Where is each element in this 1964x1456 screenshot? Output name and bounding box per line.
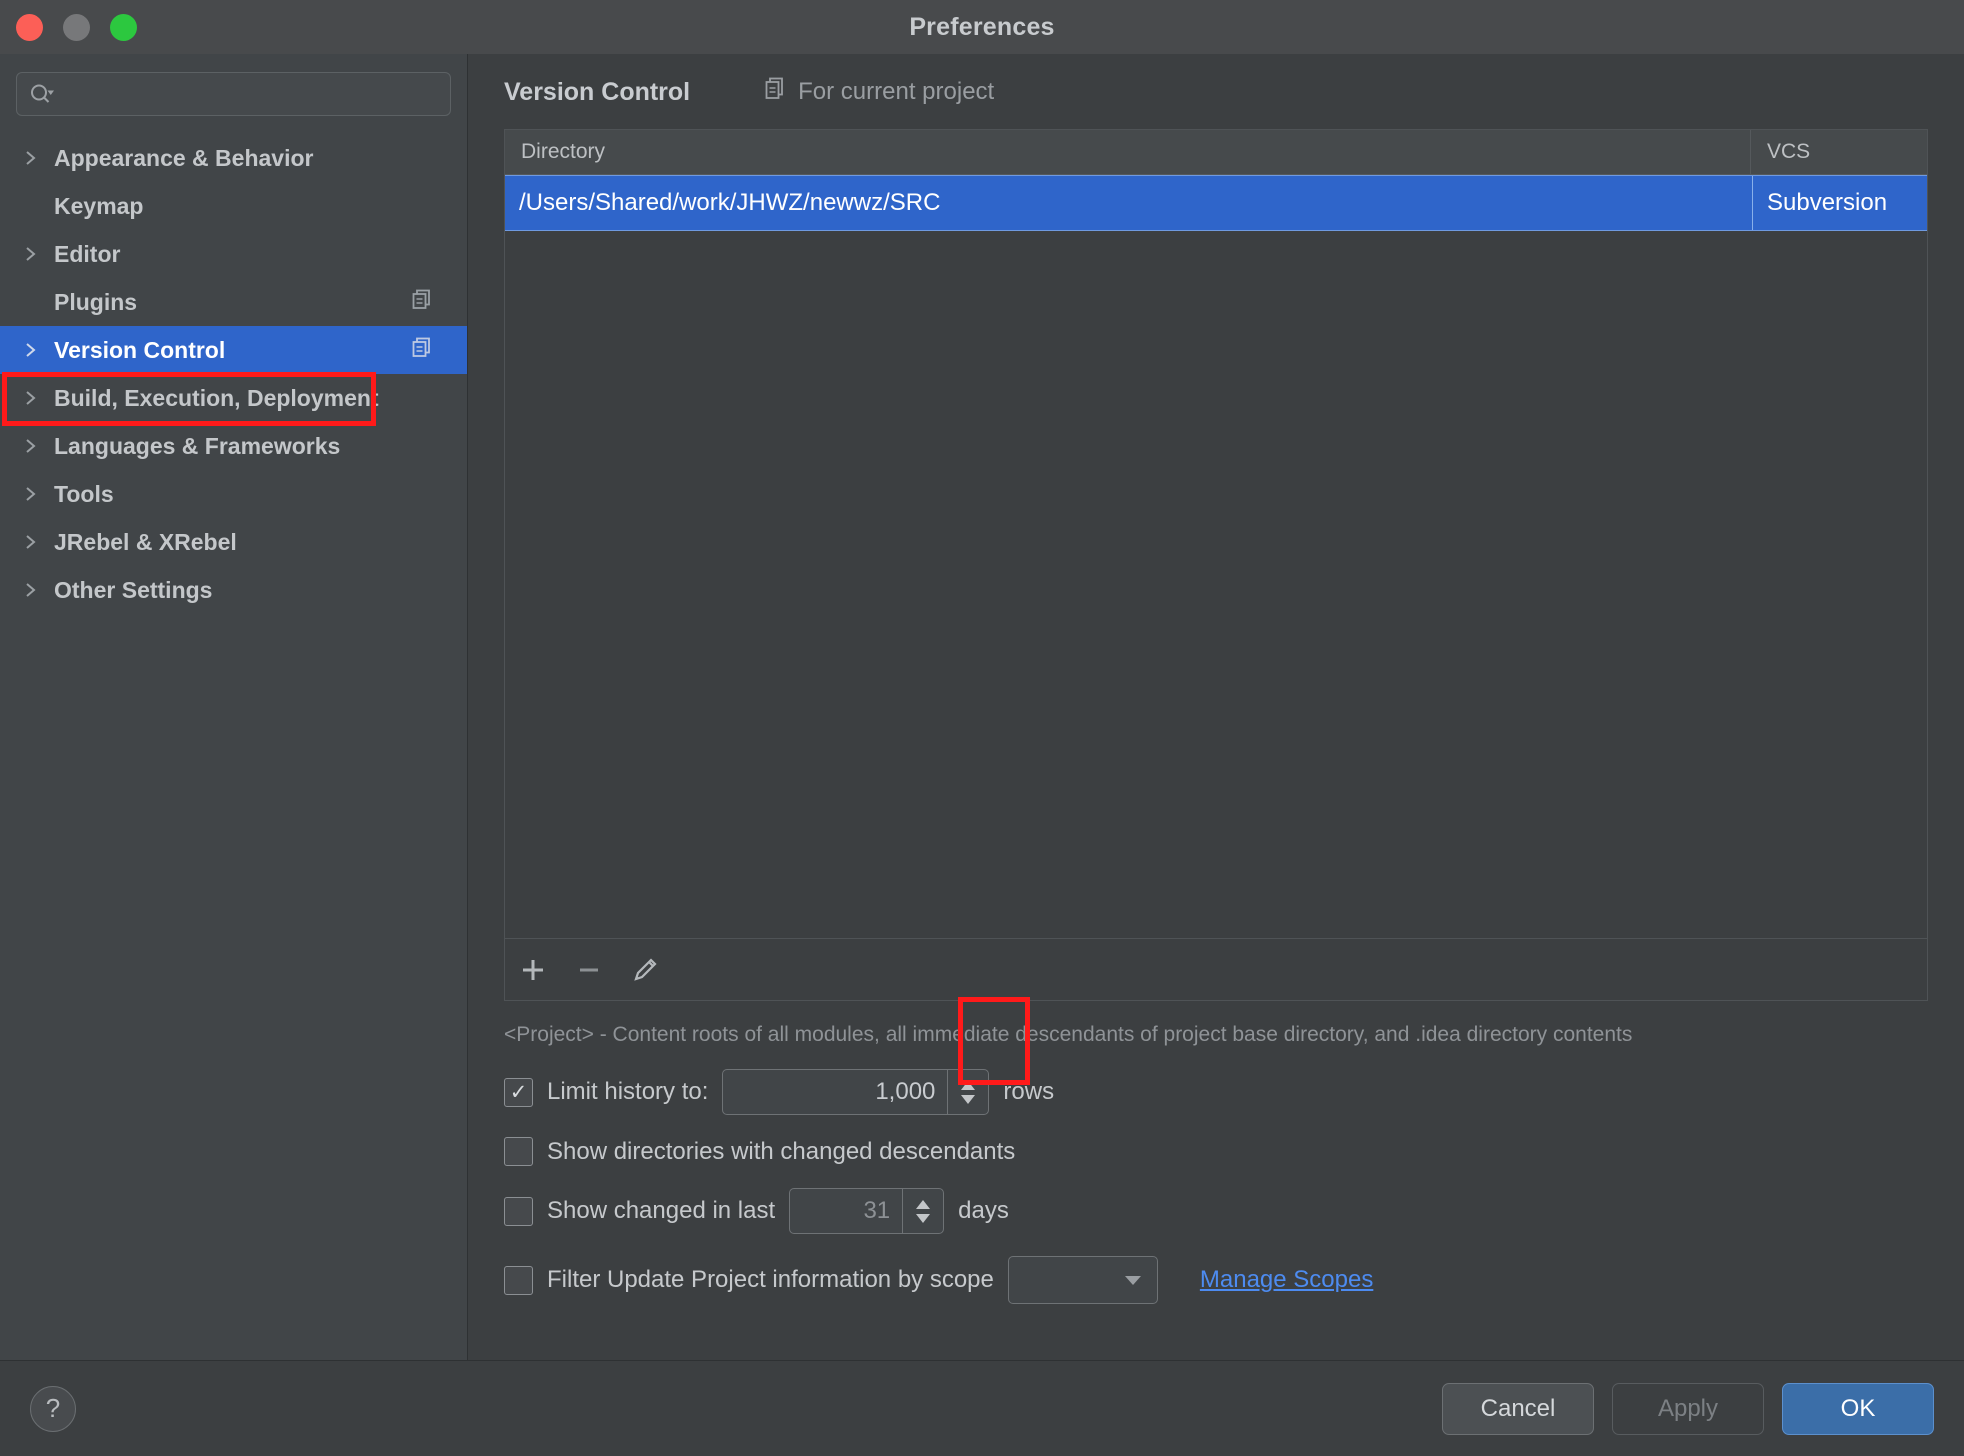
option-filter-update-by-scope: Filter Update Project information by sco… (504, 1234, 1928, 1304)
search-icon (29, 83, 55, 105)
sidebar-item-label: JRebel & XRebel (54, 529, 237, 556)
sidebar-item-label: Tools (54, 481, 114, 508)
settings-main-panel: Version Control For current project (468, 54, 1964, 1360)
sidebar-item-keymap[interactable]: Keymap (0, 182, 467, 230)
show-changed-directories-checkbox[interactable] (504, 1137, 533, 1166)
table-body: /Users/Shared/work/JHWZ/newwz/SRC Subver… (505, 175, 1927, 938)
limit-history-value[interactable]: 1,000 (723, 1070, 947, 1114)
show-changed-days-value[interactable]: 31 (790, 1189, 902, 1233)
option-limit-history: Limit history to: 1,000 rows (504, 1047, 1928, 1115)
project-scope-indicator: For current project (764, 76, 994, 107)
chevron-right-icon (24, 580, 54, 600)
project-icon (764, 76, 786, 107)
title-bar: Preferences (0, 0, 1964, 55)
project-scope-label: For current project (798, 78, 994, 106)
dialog-body: Appearance & Behavior Keymap Editor Plug… (0, 54, 1964, 1360)
close-window-button[interactable] (16, 14, 43, 41)
window-title: Preferences (909, 13, 1054, 42)
sidebar-item-label: Plugins (54, 289, 137, 316)
directory-hint-text: <Project> - Content roots of all modules… (504, 1023, 1928, 1047)
sidebar-item-tools[interactable]: Tools (0, 470, 467, 518)
window-controls (16, 0, 137, 54)
cell-directory: /Users/Shared/work/JHWZ/newwz/SRC (505, 176, 1753, 230)
stepper-arrows-icon[interactable] (947, 1070, 988, 1114)
remove-directory-button[interactable] (561, 939, 617, 1000)
dialog-actions: Cancel Apply OK (1442, 1383, 1934, 1435)
sidebar-item-editor[interactable]: Editor (0, 230, 467, 278)
sidebar-item-jrebel-xrebel[interactable]: JRebel & XRebel (0, 518, 467, 566)
sidebar-item-label: Keymap (54, 193, 143, 220)
copy-settings-icon (411, 288, 433, 316)
sidebar-item-other-settings[interactable]: Other Settings (0, 566, 467, 614)
sidebar-item-appearance-behavior[interactable]: Appearance & Behavior (0, 134, 467, 182)
column-header-vcs[interactable]: VCS (1751, 130, 1927, 174)
search-area (0, 54, 467, 116)
ok-button[interactable]: OK (1782, 1383, 1934, 1435)
cell-vcs: Subversion (1753, 176, 1927, 230)
sidebar-item-label: Editor (54, 241, 120, 268)
option-show-changed-in-last: Show changed in last 31 days (504, 1166, 1928, 1234)
search-box[interactable] (16, 72, 451, 116)
help-button[interactable]: ? (30, 1386, 76, 1432)
cancel-button[interactable]: Cancel (1442, 1383, 1594, 1435)
apply-button[interactable]: Apply (1612, 1383, 1764, 1435)
dialog-footer: ? Cancel Apply OK (0, 1360, 1964, 1456)
minimize-window-button[interactable] (63, 14, 90, 41)
manage-scopes-link[interactable]: Manage Scopes (1200, 1266, 1373, 1294)
directory-toolbar (504, 939, 1928, 1001)
sidebar-item-plugins[interactable]: Plugins (0, 278, 467, 326)
scope-select[interactable] (1008, 1256, 1158, 1304)
show-changed-directories-label: Show directories with changed descendant… (547, 1138, 1015, 1166)
show-changed-in-last-label: Show changed in last (547, 1197, 775, 1225)
chevron-right-icon (24, 388, 54, 408)
preferences-window: Preferences (0, 0, 1964, 1456)
settings-sidebar: Appearance & Behavior Keymap Editor Plug… (0, 54, 468, 1360)
edit-directory-button[interactable] (617, 939, 673, 1000)
page-title: Version Control (504, 78, 690, 107)
chevron-right-icon (24, 436, 54, 456)
search-input[interactable] (61, 83, 438, 106)
stepper-arrows-icon[interactable] (902, 1189, 943, 1233)
filter-scope-checkbox[interactable] (504, 1266, 533, 1295)
chevron-down-icon (1123, 1274, 1143, 1286)
chevron-right-icon (24, 532, 54, 552)
limit-history-label: Limit history to: (547, 1078, 708, 1106)
sidebar-item-label: Appearance & Behavior (54, 145, 313, 172)
add-directory-button[interactable] (505, 939, 561, 1000)
table-header-row: Directory VCS (505, 130, 1927, 175)
option-show-changed-directories: Show directories with changed descendant… (504, 1115, 1928, 1166)
chevron-right-icon (24, 244, 54, 264)
vcs-directory-table: Directory VCS /Users/Shared/work/JHWZ/ne… (504, 129, 1928, 939)
table-row[interactable]: /Users/Shared/work/JHWZ/newwz/SRC Subver… (505, 175, 1927, 231)
chevron-right-icon (24, 484, 54, 504)
sidebar-item-label: Languages & Frameworks (54, 433, 340, 460)
sidebar-item-label: Build, Execution, Deployment (54, 385, 379, 412)
maximize-window-button[interactable] (110, 14, 137, 41)
limit-history-suffix: rows (1003, 1078, 1054, 1106)
sidebar-item-version-control[interactable]: Version Control (0, 326, 467, 374)
sidebar-item-languages-frameworks[interactable]: Languages & Frameworks (0, 422, 467, 470)
column-header-directory[interactable]: Directory (505, 130, 1751, 174)
show-changed-in-last-checkbox[interactable] (504, 1197, 533, 1226)
filter-scope-label: Filter Update Project information by sco… (547, 1266, 994, 1294)
sidebar-item-label: Other Settings (54, 577, 212, 604)
sidebar-item-label: Version Control (54, 337, 225, 364)
limit-history-stepper[interactable]: 1,000 (722, 1069, 989, 1115)
sidebar-item-build-execution-deployment[interactable]: Build, Execution, Deployment (0, 374, 467, 422)
settings-tree: Appearance & Behavior Keymap Editor Plug… (0, 134, 467, 1360)
show-changed-days-stepper[interactable]: 31 (789, 1188, 944, 1234)
limit-history-checkbox[interactable] (504, 1078, 533, 1107)
chevron-right-icon (24, 148, 54, 168)
copy-settings-icon (411, 336, 433, 364)
chevron-right-icon (24, 340, 54, 360)
show-changed-days-suffix: days (958, 1197, 1009, 1225)
main-header: Version Control For current project (468, 54, 1964, 107)
